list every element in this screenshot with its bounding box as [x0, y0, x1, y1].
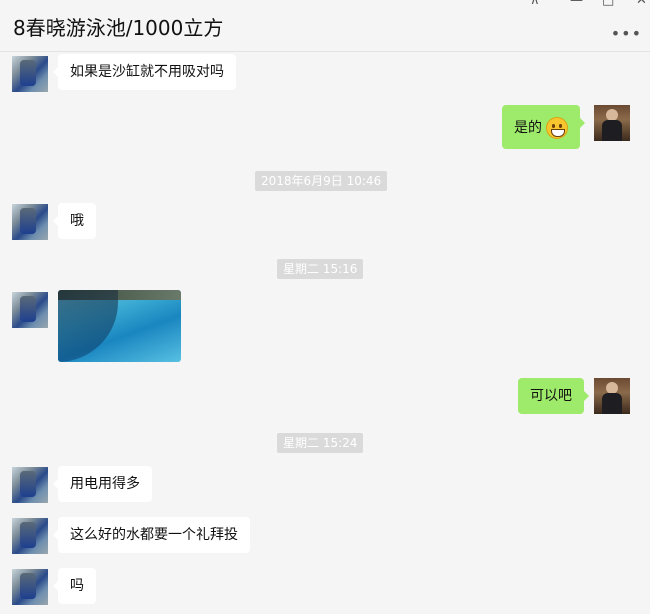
- message-text: 这么好的水都要一个礼拜投: [70, 527, 238, 543]
- message-text: 吗: [70, 578, 84, 594]
- maximize-icon[interactable]: □: [602, 0, 614, 8]
- chat-title: 8春晓游泳池/1000立方: [13, 16, 224, 40]
- grinning-face-emoji-icon: [546, 117, 568, 139]
- message-text: 用电用得多: [70, 476, 140, 492]
- message-bubble[interactable]: 是的: [502, 105, 585, 149]
- avatar[interactable]: [12, 56, 48, 92]
- swimming-pool-photo[interactable]: [58, 290, 181, 362]
- message-text: 哦: [70, 213, 84, 229]
- more-icon[interactable]: •••: [611, 24, 642, 43]
- message-bubble[interactable]: 这么好的水都要一个礼拜投: [53, 517, 250, 553]
- message-text: 如果是沙缸就不用吸对吗: [70, 64, 224, 80]
- timestamp: 星期二 15:16: [277, 259, 364, 279]
- message-bubble[interactable]: 用电用得多: [53, 466, 152, 502]
- pin-icon[interactable]: ⊼: [530, 0, 540, 8]
- message-bubble[interactable]: 吗: [53, 568, 96, 604]
- close-icon[interactable]: ✕: [636, 0, 647, 8]
- avatar[interactable]: [12, 467, 48, 503]
- photo-shadow: [58, 290, 118, 362]
- minimize-icon[interactable]: —: [570, 0, 583, 8]
- chat-header: 8春晓游泳池/1000立方 ⊼ — □ ✕ •••: [0, 0, 650, 52]
- timestamp: 星期二 15:24: [277, 433, 364, 453]
- message-bubble[interactable]: 哦: [53, 203, 96, 239]
- avatar[interactable]: [594, 105, 630, 141]
- avatar[interactable]: [12, 518, 48, 554]
- avatar[interactable]: [12, 569, 48, 605]
- message-bubble[interactable]: 如果是沙缸就不用吸对吗: [53, 54, 236, 90]
- avatar[interactable]: [594, 378, 630, 414]
- message-text: 可以吧: [530, 388, 572, 404]
- avatar[interactable]: [12, 292, 48, 328]
- message-bubble[interactable]: 可以吧: [518, 378, 589, 414]
- avatar[interactable]: [12, 204, 48, 240]
- message-text: 是的: [514, 120, 542, 136]
- timestamp: 2018年6月9日 10:46: [255, 171, 388, 191]
